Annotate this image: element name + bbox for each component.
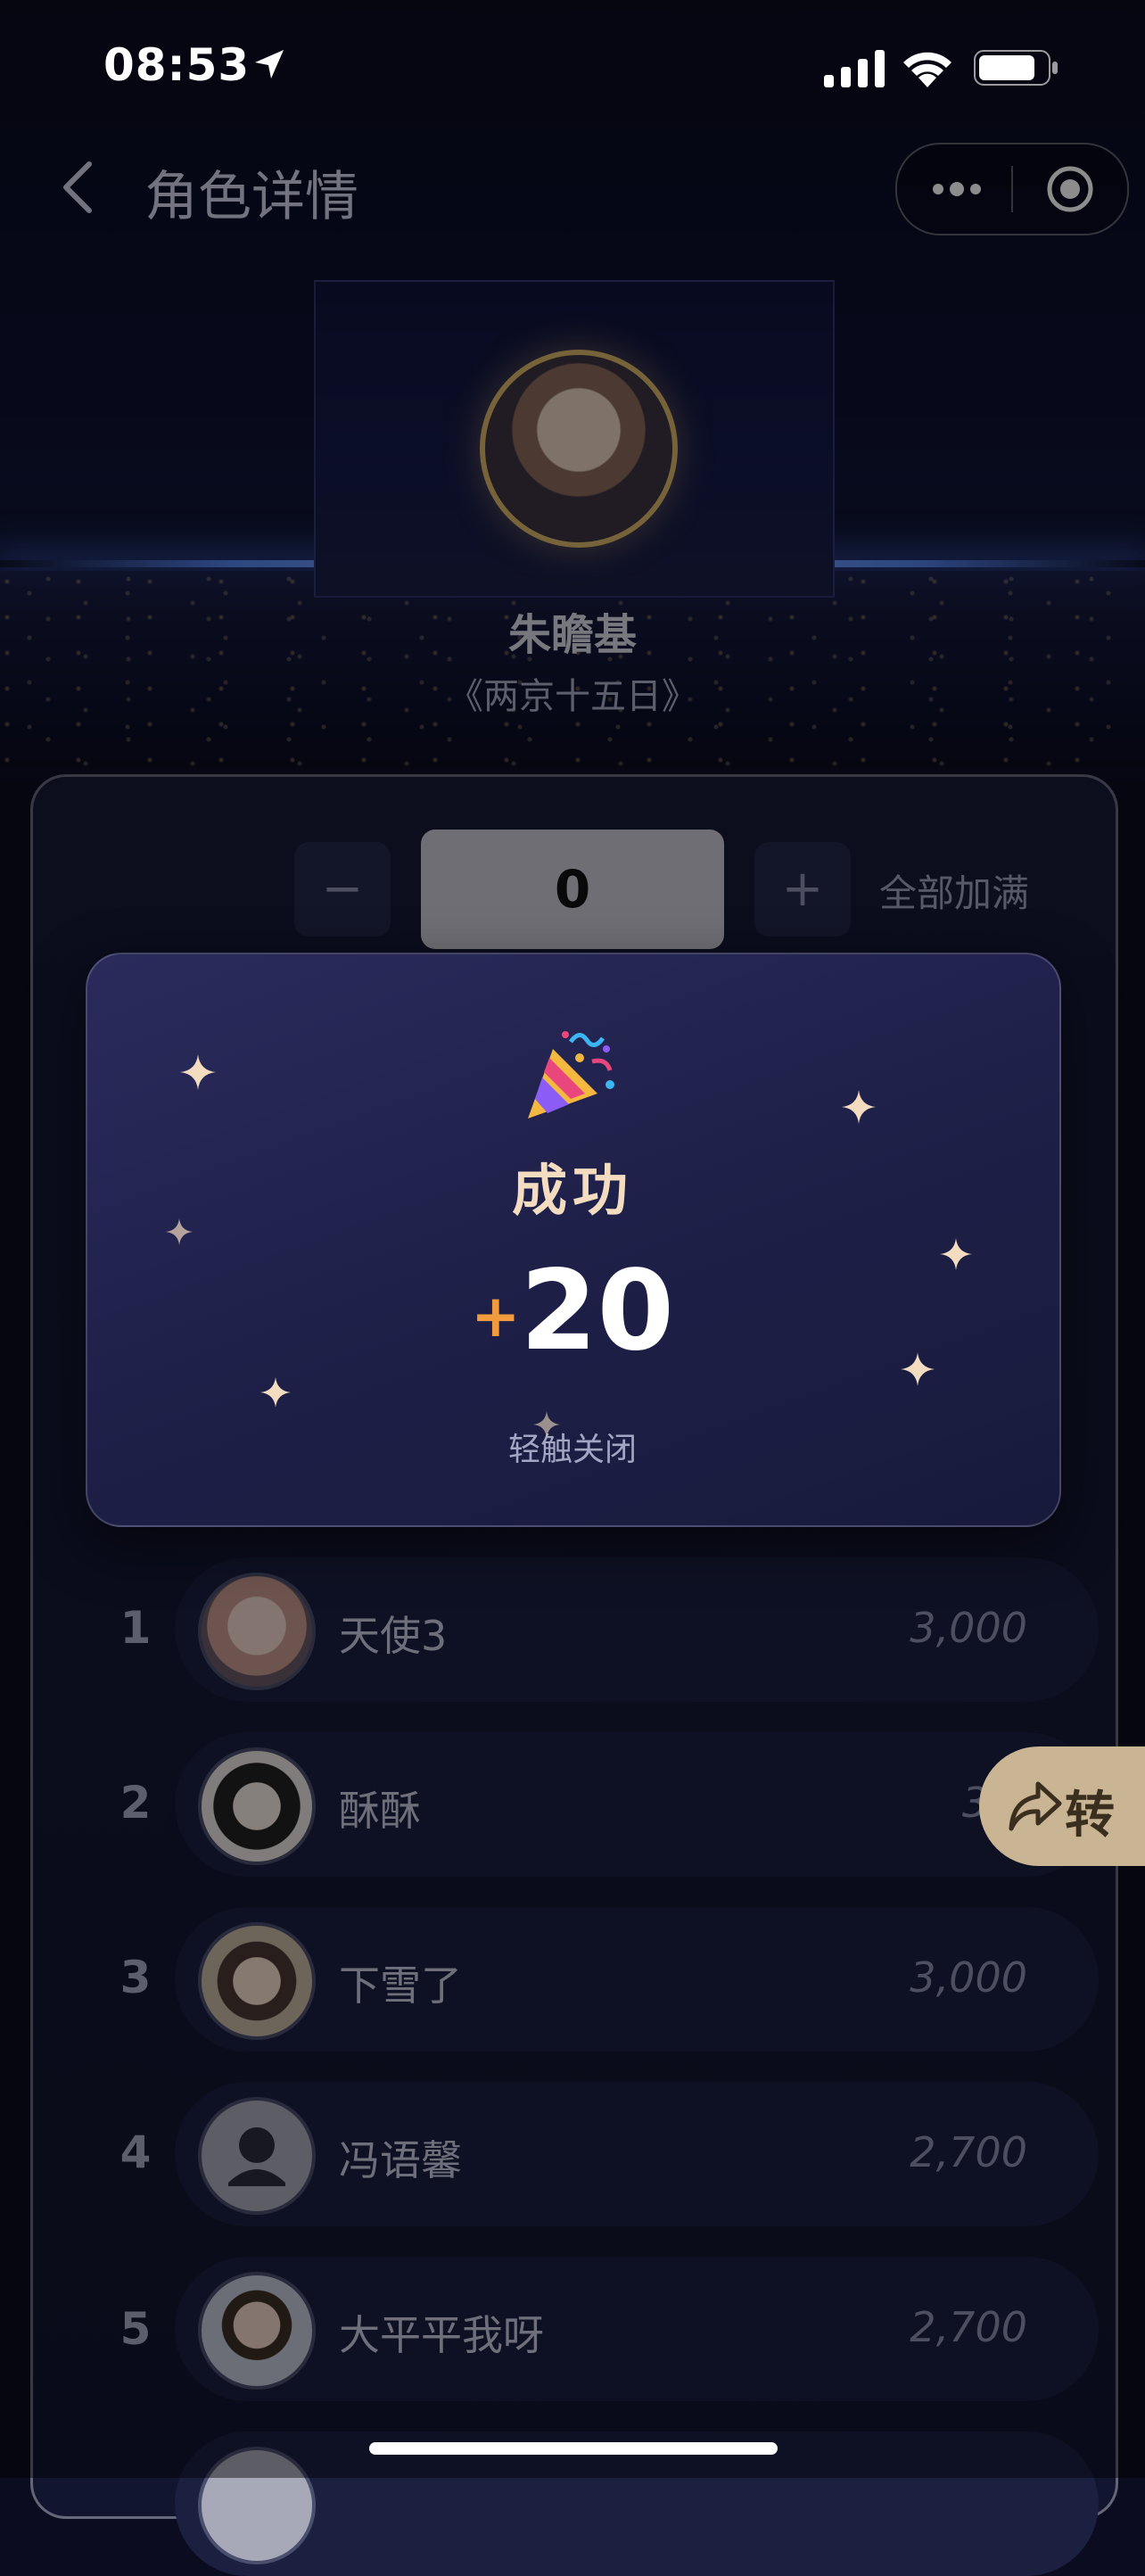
status-time: 08:53: [103, 39, 251, 91]
share-button[interactable]: 转: [979, 1746, 1145, 1866]
share-arrow-icon: [1009, 1781, 1062, 1831]
sparkle-icon: [842, 1090, 876, 1124]
sparkle-icon: [940, 1238, 972, 1270]
location-arrow-icon: [255, 50, 284, 78]
reward-plus-sign: +: [471, 1282, 521, 1350]
cellular-signal-icon: [824, 50, 885, 87]
wifi-icon: [903, 52, 951, 87]
party-popper-icon: [528, 1031, 614, 1119]
sparkle-icon: [260, 1377, 291, 1408]
home-indicator[interactable]: [369, 2442, 778, 2455]
share-label: 转: [1065, 1787, 1115, 1845]
dialog-title: 成功: [511, 1158, 633, 1223]
reward-number: 20: [520, 1247, 674, 1375]
sparkle-icon: [166, 1218, 193, 1245]
sparkle-icon: [180, 1054, 216, 1090]
sparkle-icon: [901, 1352, 935, 1386]
sparkle-icon: [533, 1411, 560, 1438]
status-bar: 08:53: [0, 0, 1145, 134]
reward-amount: +20: [0, 1247, 1145, 1375]
tap-to-close-hint[interactable]: 轻触关闭: [0, 1424, 1145, 1470]
battery-icon: [974, 50, 1058, 86]
